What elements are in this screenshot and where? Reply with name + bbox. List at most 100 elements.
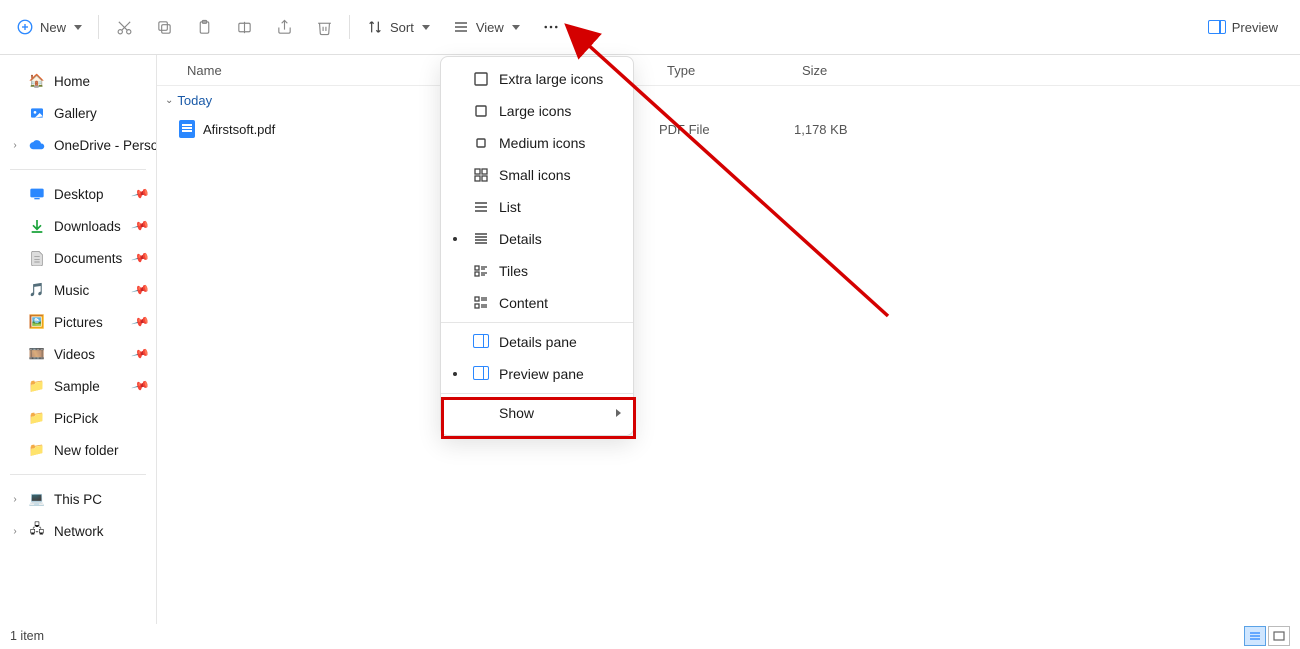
medium-icons-icon (473, 135, 489, 151)
view-button[interactable]: View (444, 10, 528, 44)
rename-button[interactable] (227, 10, 261, 44)
separator (10, 169, 146, 170)
sidebar-item-gallery[interactable]: Gallery (0, 97, 156, 129)
sidebar-label: OneDrive - Persona (54, 138, 156, 153)
menu-item-content[interactable]: Content (441, 287, 633, 319)
expand-icon[interactable]: › (10, 494, 20, 505)
download-icon (28, 217, 46, 235)
menu-separator (441, 322, 633, 323)
desktop-icon (28, 185, 46, 203)
more-button[interactable] (534, 10, 568, 44)
delete-button[interactable] (307, 10, 341, 44)
paste-button[interactable] (187, 10, 221, 44)
sort-button[interactable]: Sort (358, 10, 438, 44)
cut-icon (115, 18, 133, 36)
expand-icon[interactable]: › (10, 526, 20, 537)
document-icon (28, 249, 46, 267)
column-header-size[interactable]: Size (802, 63, 1300, 78)
view-mode-switch (1244, 626, 1290, 646)
pdf-file-icon (179, 120, 195, 138)
sidebar-item-music[interactable]: 🎵 Music 📌 (0, 274, 156, 306)
preview-pane-icon (1208, 18, 1226, 36)
folder-icon: 📁 (28, 441, 46, 459)
thumbnails-view-mode-button[interactable] (1268, 626, 1290, 646)
file-name: Afirstsoft.pdf (203, 122, 275, 137)
separator (98, 15, 99, 39)
copy-button[interactable] (147, 10, 181, 44)
new-label: New (40, 20, 66, 35)
sidebar-item-picpick[interactable]: 📁 PicPick (0, 402, 156, 434)
menu-item-medium-icons[interactable]: Medium icons (441, 127, 633, 159)
preview-pane-icon (473, 366, 489, 382)
sidebar-label: Gallery (54, 106, 156, 121)
file-size: 1,178 KB (794, 122, 1300, 137)
sidebar-item-sample[interactable]: 📁 Sample 📌 (0, 370, 156, 402)
xl-icons-icon (473, 71, 489, 87)
sidebar-item-network[interactable]: › 🖧 Network (0, 515, 156, 547)
new-button[interactable]: New (8, 10, 90, 44)
menu-item-preview-pane[interactable]: Preview pane (441, 358, 633, 390)
file-row[interactable]: Afirstsoft.pdf PDF File 1,178 KB (157, 114, 1300, 144)
network-icon: 🖧 (28, 522, 46, 540)
details-icon (473, 231, 489, 247)
paste-icon (195, 18, 213, 36)
sidebar-item-new-folder[interactable]: 📁 New folder (0, 434, 156, 466)
navigation-sidebar: 🏠 Home Gallery › OneDrive - Persona Desk… (0, 55, 157, 624)
menu-item-large-icons[interactable]: Large icons (441, 95, 633, 127)
menu-item-details[interactable]: Details (441, 223, 633, 255)
small-icons-icon (473, 167, 489, 183)
copy-icon (155, 18, 173, 36)
cloud-icon (28, 136, 46, 154)
share-button[interactable] (267, 10, 301, 44)
sidebar-label: This PC (54, 492, 156, 507)
pc-icon: 💻 (28, 490, 46, 508)
sidebar-label: Network (54, 524, 156, 539)
menu-item-small-icons[interactable]: Small icons (441, 159, 633, 191)
gallery-icon (28, 104, 46, 122)
sidebar-item-documents[interactable]: Documents 📌 (0, 242, 156, 274)
sidebar-item-desktop[interactable]: Desktop 📌 (0, 178, 156, 210)
sidebar-item-this-pc[interactable]: › 💻 This PC (0, 483, 156, 515)
status-bar: 1 item (0, 623, 1300, 649)
selected-indicator (453, 237, 457, 241)
column-headers: Name Type Size (157, 55, 1300, 86)
sidebar-item-downloads[interactable]: Downloads 📌 (0, 210, 156, 242)
rename-icon (235, 18, 253, 36)
details-view-mode-button[interactable] (1244, 626, 1266, 646)
preview-toggle-button[interactable]: Preview (1200, 10, 1292, 44)
menu-item-details-pane[interactable]: Details pane (441, 326, 633, 358)
sidebar-item-onedrive[interactable]: › OneDrive - Persona (0, 129, 156, 161)
menu-item-xl-icons[interactable]: Extra large icons (441, 63, 633, 95)
music-icon: 🎵 (28, 281, 46, 299)
sidebar-item-videos[interactable]: 🎞️ Videos 📌 (0, 338, 156, 370)
folder-icon: 📁 (28, 409, 46, 427)
content-icon (473, 295, 489, 311)
chevron-down-icon: ⌄ (165, 95, 173, 106)
chevron-down-icon (422, 25, 430, 30)
sidebar-label: New folder (54, 443, 156, 458)
pictures-icon: 🖼️ (28, 313, 46, 331)
expand-icon[interactable]: › (10, 140, 20, 151)
menu-item-tiles[interactable]: Tiles (441, 255, 633, 287)
chevron-down-icon (512, 25, 520, 30)
share-icon (275, 18, 293, 36)
group-label: Today (177, 93, 212, 108)
selected-indicator (453, 372, 457, 376)
status-item-count: 1 item (10, 629, 44, 643)
chevron-right-icon (616, 409, 621, 417)
sidebar-item-home[interactable]: 🏠 Home (0, 65, 156, 97)
ellipsis-icon (542, 18, 560, 36)
group-header-today[interactable]: ⌄ Today (157, 86, 1300, 114)
cut-button[interactable] (107, 10, 141, 44)
toolbar: New Sort View Preview (0, 0, 1300, 55)
menu-item-list[interactable]: List (441, 191, 633, 223)
separator (349, 15, 350, 39)
menu-item-show[interactable]: Show (441, 397, 633, 429)
column-header-type[interactable]: Type (667, 63, 802, 78)
sidebar-label: PicPick (54, 411, 156, 426)
preview-label: Preview (1232, 20, 1278, 35)
separator (10, 474, 146, 475)
file-list-pane: Name Type Size ⌄ Today Afirstsoft.pdf PD… (157, 55, 1300, 624)
chevron-down-icon (74, 25, 82, 30)
sidebar-item-pictures[interactable]: 🖼️ Pictures 📌 (0, 306, 156, 338)
